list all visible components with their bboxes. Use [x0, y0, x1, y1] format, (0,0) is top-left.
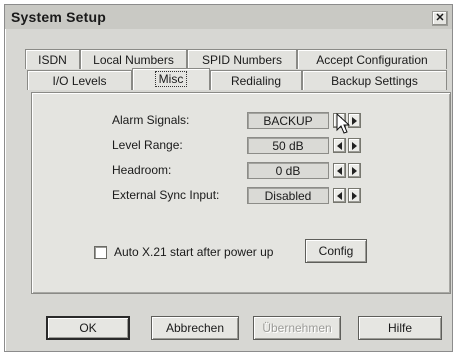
headroom-value-text: 0 dB	[275, 164, 301, 178]
apply-button-label: Übernehmen	[262, 321, 332, 335]
tab-label: Misc	[154, 71, 188, 87]
alarm-signals-value: BACKUP	[247, 112, 329, 129]
tab-spid-numbers[interactable]: SPID Numbers	[187, 49, 297, 69]
external-sync-input-decrease-button[interactable]	[333, 188, 346, 203]
tab-backup-settings[interactable]: Backup Settings	[302, 70, 447, 90]
tab-label: SPID Numbers	[201, 53, 283, 67]
cancel-button[interactable]: Abbrechen	[151, 316, 239, 340]
arrow-left-icon	[337, 142, 342, 150]
auto-x21-start-label: Auto X.21 start after power up	[114, 245, 274, 259]
tab-label: Local Numbers	[93, 53, 174, 67]
system-setup-dialog: System Setup ✕ ISDN Local Numbers SPID N…	[4, 4, 453, 352]
auto-x21-start-checkbox[interactable]	[94, 246, 107, 259]
external-sync-input-label: External Sync Input:	[112, 188, 220, 202]
tab-label: Backup Settings	[331, 74, 418, 88]
title-bar: System Setup ✕	[5, 5, 452, 29]
tab-local-numbers[interactable]: Local Numbers	[80, 49, 187, 69]
external-sync-input-value: Disabled	[247, 187, 329, 204]
tab-isdn[interactable]: ISDN	[25, 49, 80, 69]
arrow-left-icon	[337, 167, 342, 175]
tab-label: I/O Levels	[52, 74, 107, 88]
tab-misc[interactable]: Misc	[132, 68, 210, 90]
level-range-increase-button[interactable]	[348, 138, 361, 153]
headroom-decrease-button[interactable]	[333, 163, 346, 178]
config-button-label: Config	[318, 244, 354, 258]
tab-io-levels[interactable]: I/O Levels	[27, 70, 132, 90]
cancel-button-label: Abbrechen	[165, 321, 225, 335]
level-range-value: 50 dB	[247, 137, 329, 154]
close-button[interactable]: ✕	[432, 11, 448, 26]
tab-label: ISDN	[38, 53, 67, 67]
arrow-right-icon	[352, 192, 357, 200]
help-button-label: Hilfe	[387, 321, 412, 335]
arrow-right-icon	[352, 117, 357, 125]
alarm-signals-value-text: BACKUP	[263, 114, 313, 128]
arrow-left-icon	[337, 192, 342, 200]
tab-accept-configuration[interactable]: Accept Configuration	[297, 49, 447, 69]
ok-button-label: OK	[79, 321, 97, 335]
headroom-value: 0 dB	[247, 162, 329, 179]
help-button[interactable]: Hilfe	[358, 316, 442, 340]
tab-label: Redialing	[230, 74, 282, 88]
external-sync-input-value-text: Disabled	[264, 189, 312, 203]
tab-label: Accept Configuration	[316, 53, 428, 67]
misc-panel: Alarm Signals: BACKUP Level Range: 50 dB…	[31, 92, 451, 294]
headroom-label: Headroom:	[112, 163, 172, 177]
dialog-title: System Setup	[11, 9, 106, 25]
ok-button[interactable]: OK	[46, 316, 130, 340]
apply-button[interactable]: Übernehmen	[253, 316, 341, 340]
level-range-label: Level Range:	[112, 138, 183, 152]
headroom-increase-button[interactable]	[348, 163, 361, 178]
alarm-signals-label: Alarm Signals:	[112, 113, 190, 127]
level-range-value-text: 50 dB	[272, 139, 304, 153]
mouse-pointer-icon	[336, 113, 350, 134]
external-sync-input-increase-button[interactable]	[348, 188, 361, 203]
arrow-right-icon	[352, 142, 357, 150]
close-icon: ✕	[435, 12, 445, 24]
arrow-right-icon	[352, 167, 357, 175]
config-button[interactable]: Config	[305, 239, 367, 263]
level-range-decrease-button[interactable]	[333, 138, 346, 153]
tab-redialing[interactable]: Redialing	[210, 70, 302, 90]
